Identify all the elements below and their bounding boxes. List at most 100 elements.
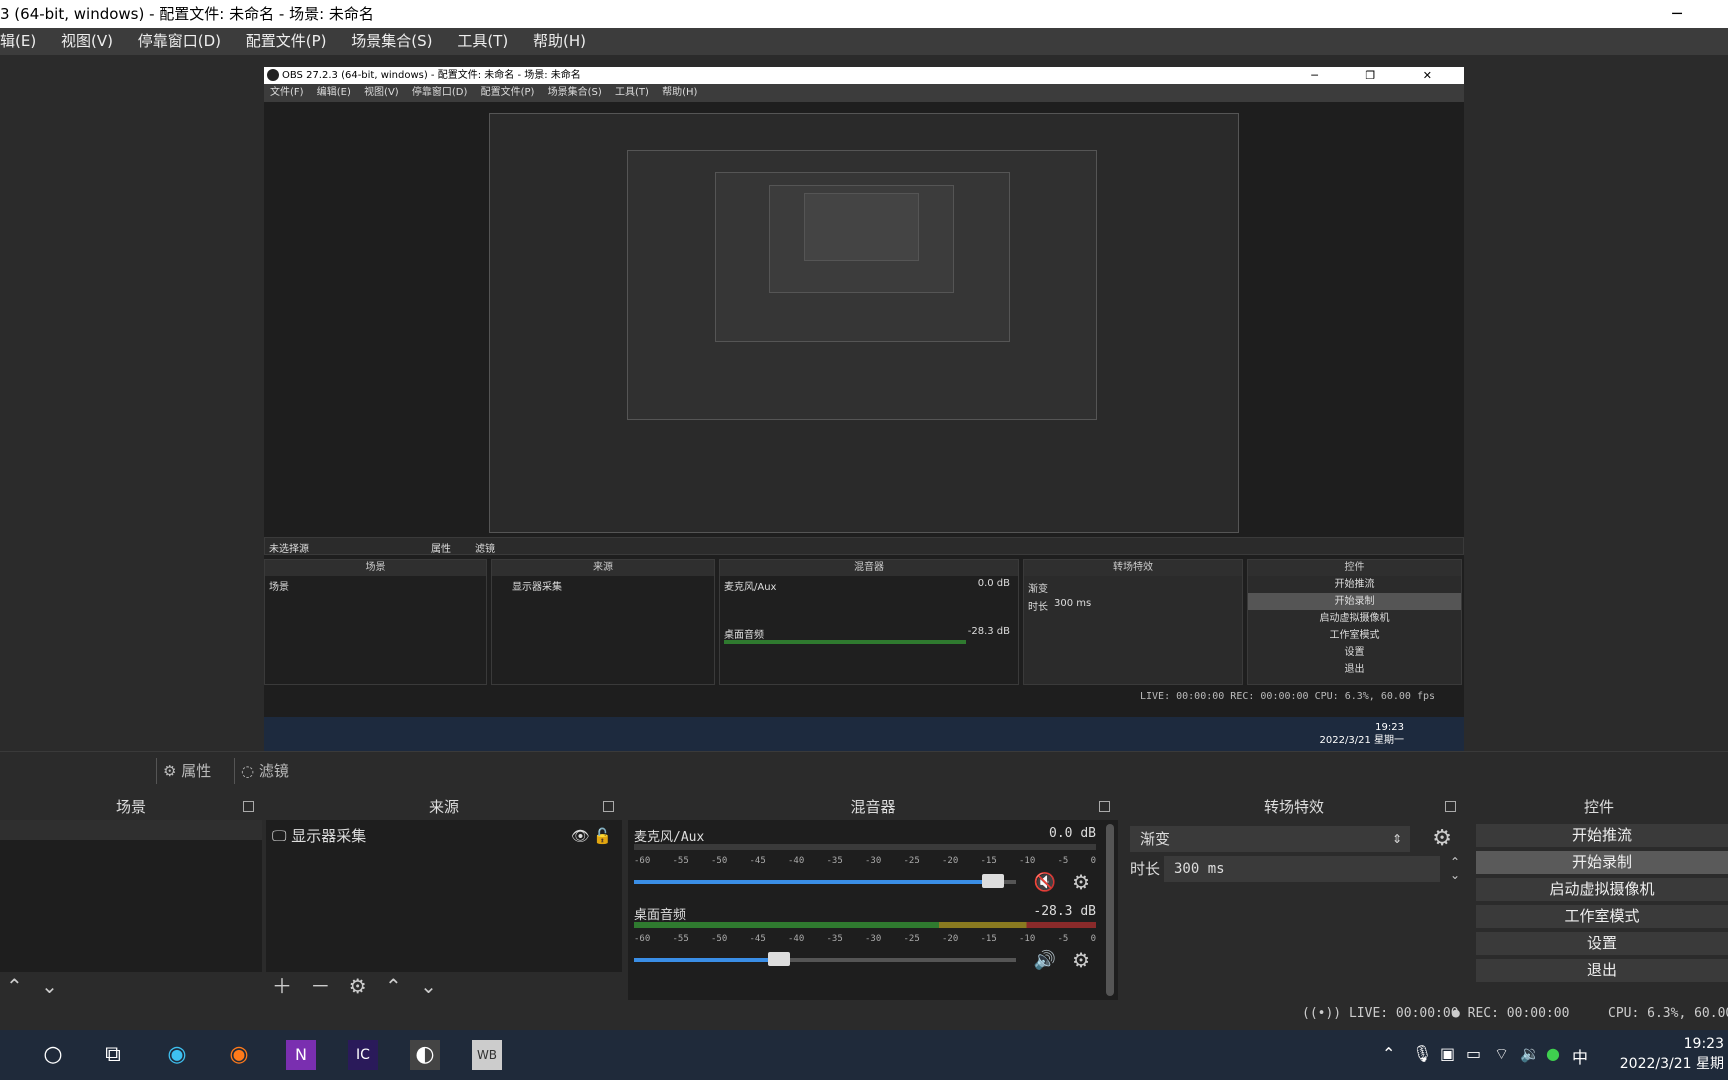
- undock-icon[interactable]: [1445, 801, 1456, 812]
- volume-meter: [634, 922, 1096, 928]
- transition-select[interactable]: 渐变 ⇕: [1130, 826, 1410, 852]
- ime-indicator[interactable]: 中: [1572, 1044, 1588, 1068]
- eye-icon[interactable]: 👁: [571, 826, 590, 846]
- source-row[interactable]: 🖵 显示器采集 👁 🔓: [272, 826, 614, 846]
- controls-panel-title: 控件: [1583, 798, 1614, 816]
- muted-speaker-icon[interactable]: 🔇: [1034, 872, 1056, 893]
- filters-label: 滤镜: [258, 762, 289, 780]
- sources-list[interactable]: 🖵 显示器采集 👁 🔓: [266, 820, 622, 972]
- captured-source-item: 显示器采集: [512, 582, 562, 593]
- preview-canvas[interactable]: OBS 27.2.3 (64-bit, windows) - 配置文件: 未命名…: [0, 55, 1728, 753]
- add-source-icon[interactable]: ＋: [272, 974, 292, 998]
- controls-panel-header: 控件: [1470, 794, 1728, 820]
- exit-button[interactable]: 退出: [1476, 959, 1728, 982]
- start-virtual-camera-button[interactable]: 启动虚拟摄像机: [1476, 878, 1728, 901]
- broadcast-icon: ((•)): [1302, 1006, 1342, 1021]
- microphone-icon[interactable]: 🎙: [1412, 1044, 1432, 1063]
- mixer-channel-db: -28.3 dB: [1033, 904, 1096, 919]
- volume-icon[interactable]: 🔉: [1520, 1044, 1540, 1063]
- source-properties-icon[interactable]: ⚙: [349, 974, 367, 998]
- mixer-panel-title: 混音器: [850, 798, 896, 816]
- captured-desktop-meter: [724, 640, 966, 644]
- captured-control-start-stream: 开始推流: [1334, 579, 1375, 590]
- mixer-scrollbar[interactable]: [1106, 824, 1114, 996]
- intellij-icon[interactable]: IC: [348, 1040, 378, 1070]
- move-scene-up-icon[interactable]: ⌃: [6, 974, 23, 998]
- menu-view[interactable]: 视图(V): [61, 32, 113, 50]
- edge-icon[interactable]: ◉: [162, 1040, 192, 1070]
- captured-clock-time: 19:23: [1375, 722, 1404, 733]
- gear-icon[interactable]: ⚙: [1072, 948, 1090, 972]
- wifi-icon[interactable]: ⌔: [1494, 1044, 1509, 1064]
- minimize-button[interactable]: ─: [1662, 0, 1692, 28]
- mixer-panel-header: 混音器: [628, 794, 1118, 820]
- source-name: 显示器采集: [291, 827, 367, 845]
- menu-scene-collection[interactable]: 场景集合(S): [351, 32, 432, 50]
- rec-status: ● REC: 00:00:00: [1452, 1006, 1569, 1021]
- studio-mode-button[interactable]: 工作室模式: [1476, 905, 1728, 928]
- sources-panel: 来源 🖵 显示器采集 👁 🔓 ＋ － ⚙ ⌃ ⌄: [266, 794, 622, 1000]
- move-source-down-icon[interactable]: ⌄: [420, 974, 437, 998]
- captured-scene-item: 场景: [269, 582, 289, 593]
- wb-icon[interactable]: WB: [472, 1040, 502, 1070]
- menu-bar: 辑(E) 视图(V) 停靠窗口(D) 配置文件(P) 场景集合(S) 工具(T)…: [0, 28, 1728, 55]
- settings-button[interactable]: 设置: [1476, 932, 1728, 955]
- lock-icon[interactable]: 🔓: [593, 826, 612, 846]
- onenote-icon[interactable]: N: [286, 1040, 316, 1070]
- tray-chevron-up-icon[interactable]: ⌃: [1382, 1044, 1395, 1063]
- start-recording-button[interactable]: 开始录制: [1476, 851, 1728, 874]
- filter-icon: ◌: [241, 762, 255, 780]
- filters-button[interactable]: ◌ 滤镜: [234, 758, 289, 784]
- taskbar-clock[interactable]: 19:23 2022/3/21 星期: [1620, 1034, 1724, 1074]
- battery-icon[interactable]: ▭: [1466, 1044, 1481, 1063]
- move-scene-down-icon[interactable]: ⌄: [41, 974, 58, 998]
- spinner-arrows-icon[interactable]: ⌃ ⌄: [1450, 856, 1460, 882]
- tray-app-icon[interactable]: ▣: [1440, 1044, 1455, 1063]
- captured-menu-scene-collection: 场景集合(S): [547, 87, 602, 98]
- obs-icon[interactable]: ◐: [410, 1040, 440, 1070]
- captured-scenes-title: 场景: [265, 560, 486, 576]
- properties-button[interactable]: ⚙ 属性: [156, 758, 211, 784]
- live-status: ((•)) LIVE: 00:00:00: [1302, 1006, 1459, 1021]
- volume-slider-handle[interactable]: [768, 952, 791, 966]
- captured-control-settings: 设置: [1344, 647, 1365, 658]
- start-streaming-button[interactable]: 开始推流: [1476, 824, 1728, 847]
- sources-panel-header: 来源: [266, 794, 622, 820]
- move-source-up-icon[interactable]: ⌃: [385, 974, 402, 998]
- mixer-channel-desktop: 桌面音频 -28.3 dB -60 -55 -50 -45 -40 -35 -30 -25 -2…: [634, 904, 1096, 976]
- mixer-panel: 混音器 麦克风/Aux 0.0 dB -60 -55 -50 -45 -40 -35 -30…: [628, 794, 1118, 1000]
- cpu-status: CPU: 6.3%, 60.00: [1608, 1006, 1728, 1021]
- captured-control-start-record: 开始录制: [1248, 593, 1461, 610]
- undock-icon[interactable]: [603, 801, 614, 812]
- live-status-text: LIVE: 00:00:00: [1348, 1006, 1459, 1021]
- transitions-panel-header: 转场特效: [1124, 794, 1464, 820]
- obs-logo-icon: [267, 69, 279, 81]
- gear-icon[interactable]: ⚙: [1072, 870, 1090, 894]
- volume-slider-handle[interactable]: [982, 874, 1005, 888]
- captured-menu-edit: 编辑(E): [316, 87, 351, 98]
- menu-tools[interactable]: 工具(T): [457, 32, 508, 50]
- mixer-body: 麦克风/Aux 0.0 dB -60 -55 -50 -45 -40 -35 -30 -25-…: [628, 820, 1118, 1000]
- speaker-icon[interactable]: 🔊: [1034, 950, 1056, 971]
- undock-icon[interactable]: [1099, 801, 1110, 812]
- wechat-icon[interactable]: ●: [1546, 1044, 1560, 1063]
- undock-icon[interactable]: [243, 801, 254, 812]
- remove-source-icon[interactable]: －: [310, 974, 330, 998]
- record-dot-icon: ●: [1452, 1006, 1460, 1021]
- duration-label: 时长: [1130, 860, 1161, 878]
- gear-icon[interactable]: ⚙: [1432, 826, 1452, 851]
- captured-props-label: 属性: [431, 544, 451, 555]
- duration-input[interactable]: 300 ms: [1164, 856, 1440, 882]
- captured-control-virtual-cam: 启动虚拟摄像机: [1319, 613, 1390, 624]
- menu-edit[interactable]: 辑(E): [0, 32, 36, 50]
- firefox-icon[interactable]: ◉: [224, 1040, 254, 1070]
- scene-row[interactable]: [0, 820, 262, 840]
- cortana-icon[interactable]: ○: [38, 1040, 68, 1070]
- menu-help[interactable]: 帮助(H): [533, 32, 586, 50]
- volume-slider-fill: [634, 880, 994, 884]
- menu-profile[interactable]: 配置文件(P): [246, 32, 327, 50]
- menu-docks[interactable]: 停靠窗口(D): [138, 32, 221, 50]
- task-view-icon[interactable]: ⧉: [98, 1040, 128, 1070]
- captured-sources-title: 来源: [492, 560, 714, 576]
- scenes-list[interactable]: [0, 820, 262, 972]
